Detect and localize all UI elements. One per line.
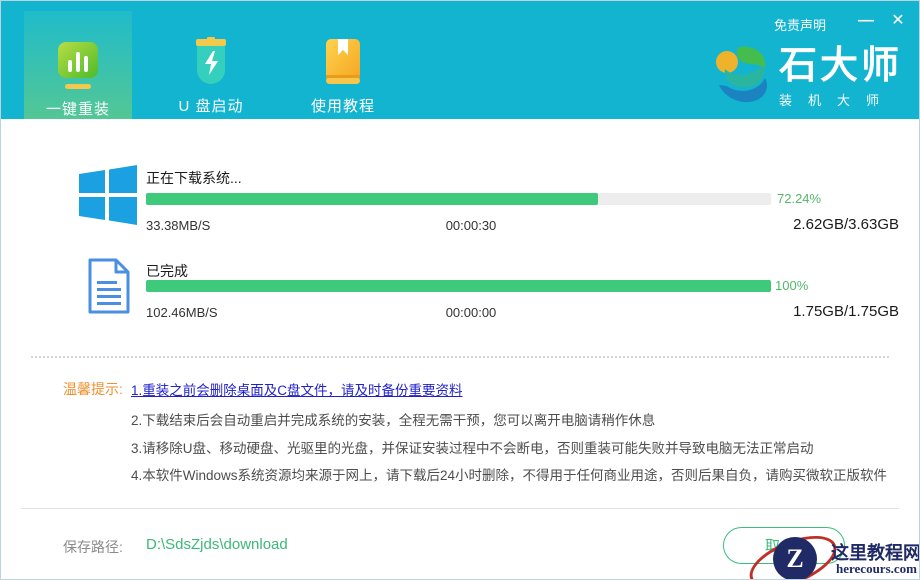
close-icon[interactable]: ✕ xyxy=(885,9,911,33)
watermark-site-url: herecours.com xyxy=(836,561,917,577)
tab-usb-boot[interactable]: U 盘启动 xyxy=(157,11,265,119)
tip-item-3: 3.请移除U盘、移动硬盘、光驱里的光盘，并保证安装过程中不会断电，否则重装可能失… xyxy=(131,437,814,457)
progress-bar-completed xyxy=(146,280,771,292)
completed-speed: 102.46MB/S xyxy=(146,305,218,320)
usb-icon xyxy=(188,35,234,91)
tab-one-key-reinstall[interactable]: 一键重装 xyxy=(24,11,132,119)
book-icon xyxy=(320,35,366,91)
download-status-label: 正在下载系统... xyxy=(146,168,242,188)
brand-name: 石大师 xyxy=(779,45,902,87)
tip-item-4: 4.本软件Windows系统资源均来源于网上，请下载后24小时删除，不得用于任何… xyxy=(131,464,887,484)
download-speed: 33.38MB/S xyxy=(146,218,210,233)
dotted-divider xyxy=(31,356,889,358)
progress-percent: 72.24% xyxy=(777,191,821,206)
tips-title: 温馨提示: xyxy=(63,379,123,399)
download-time: 00:00:30 xyxy=(381,218,561,233)
progress-fill xyxy=(146,193,598,205)
completed-status-label: 已完成 xyxy=(146,261,188,281)
app-window: 一键重装 U 盘启动 xyxy=(0,0,920,580)
footer-divider xyxy=(21,508,899,509)
brand-logo-icon xyxy=(715,45,769,112)
disclaimer-link[interactable]: 免责声明 xyxy=(774,15,826,34)
tab-tutorial[interactable]: 使用教程 xyxy=(289,11,397,119)
save-path-label: 保存路径: xyxy=(63,537,123,557)
completed-size: 1.75GB/1.75GB xyxy=(793,303,899,320)
windows-icon xyxy=(79,163,137,232)
completed-time: 00:00:00 xyxy=(381,305,561,320)
download-size: 2.62GB/3.63GB xyxy=(793,216,899,233)
tip-item-2: 2.下载结束后会自动重启并完成系统的安装，全程无需干预，您可以离开电脑请稍作休息 xyxy=(131,409,655,429)
header-bar: 一键重装 U 盘启动 xyxy=(1,1,919,119)
brand-logo: 石大师 装机大师 xyxy=(715,45,902,112)
minimize-button[interactable]: — xyxy=(853,9,879,33)
progress-bar-download xyxy=(146,193,771,205)
progress-percent: 100% xyxy=(775,278,808,293)
document-icon xyxy=(86,257,132,320)
site-watermark: Z 这里教程网 herecours.com xyxy=(741,521,920,580)
brand-subtitle: 装机大师 xyxy=(779,90,902,109)
chart-icon xyxy=(55,39,101,94)
tip-item-1: 1.重装之前会删除桌面及C盘文件，请及时备份重要资料 xyxy=(131,379,463,399)
tab-label: 一键重装 xyxy=(46,98,110,119)
save-path-value: D:\SdsZjds\download xyxy=(146,536,288,553)
tab-label: 使用教程 xyxy=(311,95,375,116)
progress-fill xyxy=(146,280,771,292)
tab-label: U 盘启动 xyxy=(178,95,243,116)
watermark-logo-icon: Z xyxy=(773,537,817,580)
